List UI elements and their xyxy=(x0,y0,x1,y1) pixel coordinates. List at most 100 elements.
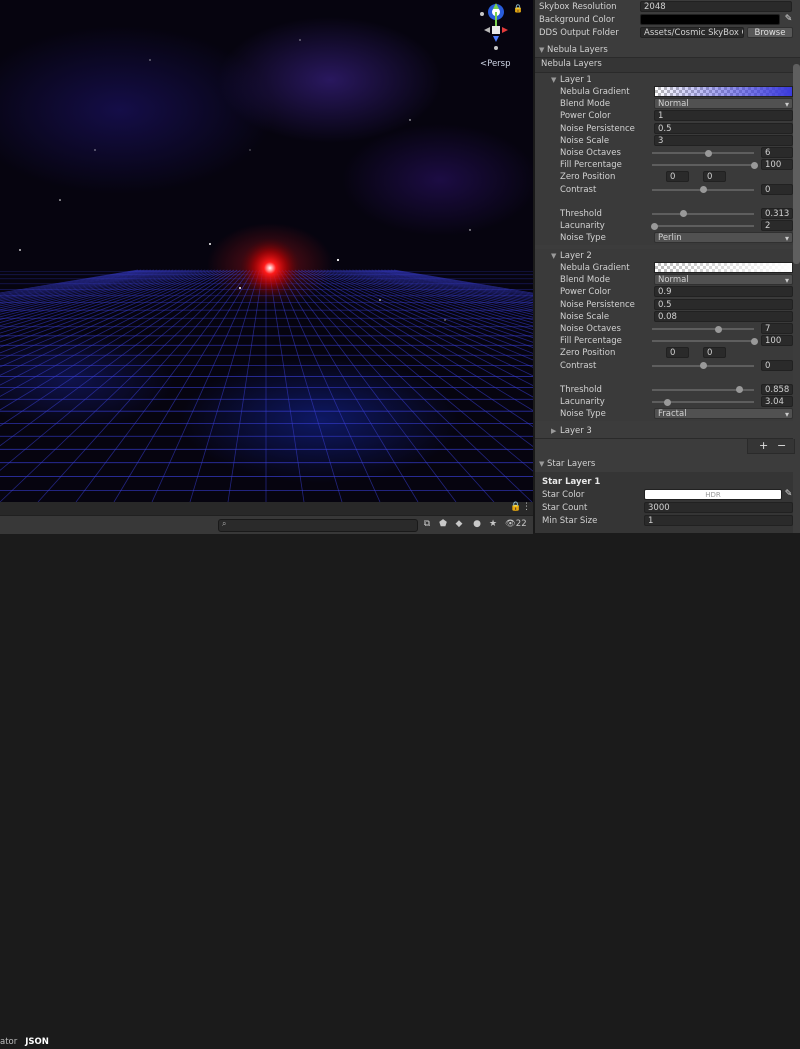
grid-line xyxy=(0,269,171,309)
noise-type-row: Noise Type Fractal xyxy=(535,408,800,420)
threshold-slider-handle[interactable] xyxy=(680,210,688,218)
noise-scale-label: Noise Scale xyxy=(560,135,610,146)
nebula-gradient-field[interactable] xyxy=(654,262,793,273)
eyedropper-icon[interactable]: ✎ xyxy=(783,14,794,25)
nebula-gradient-field[interactable] xyxy=(654,86,793,97)
tag-icon[interactable]: ◆ xyxy=(452,518,466,531)
tab-json[interactable]: JSON xyxy=(25,1036,49,1049)
lacunarity-slider-handle[interactable] xyxy=(663,398,671,406)
lacunarity-field[interactable]: 2 xyxy=(761,220,793,231)
threshold-slider-handle[interactable] xyxy=(736,386,744,394)
dds-output-folder-field[interactable]: Assets/Cosmic SkyBox Ge xyxy=(640,27,744,38)
remove-layer-button[interactable]: − xyxy=(777,439,786,452)
fill-percentage-slider-track[interactable] xyxy=(652,164,754,167)
min-star-size-field[interactable]: 1 xyxy=(644,515,793,526)
star-dot xyxy=(19,249,21,251)
grid-line xyxy=(0,269,183,318)
layer-3-title: Layer 3 xyxy=(560,426,592,436)
browse-button[interactable]: Browse xyxy=(747,27,793,38)
scene-canvas xyxy=(0,39,533,502)
search-input[interactable]: ⌕ xyxy=(218,519,418,532)
contrast-row: Contrast 0 xyxy=(535,359,800,372)
zero-position-y-field[interactable]: 0 xyxy=(703,171,726,183)
lock-small-icon[interactable]: 🔒 xyxy=(510,502,521,512)
threshold-field[interactable]: 0.858 xyxy=(761,383,793,395)
lock-icon[interactable]: 🔒 xyxy=(513,4,523,13)
noise-scale-field[interactable]: 0.08 xyxy=(654,310,793,322)
foldout-arrow-icon[interactable]: ▼ xyxy=(551,250,556,262)
fill-percentage-slider-handle[interactable] xyxy=(750,337,758,345)
noise-scale-label: Noise Scale xyxy=(560,311,610,322)
foldout-arrow-icon[interactable]: ▼ xyxy=(551,74,556,86)
star-dot xyxy=(239,287,241,289)
contrast-field[interactable]: 0 xyxy=(761,359,793,371)
fill-percentage-slider-handle[interactable] xyxy=(750,161,758,169)
threshold-slider-track[interactable] xyxy=(652,212,754,215)
star-color-field[interactable]: HDR xyxy=(644,489,782,500)
lacunarity-slider-track[interactable] xyxy=(652,225,754,227)
star-count-field[interactable]: 3000 xyxy=(644,502,793,513)
star-color-label: Star Color xyxy=(542,490,585,500)
noise-persistence-field[interactable]: 0.5 xyxy=(654,122,793,134)
background-color-field[interactable] xyxy=(640,14,780,25)
noise-type-row: Noise Type Perlin xyxy=(535,232,800,244)
zero-position-x-field[interactable]: 0 xyxy=(666,347,689,359)
layer-3-foldout[interactable]: ▶ Layer 3 xyxy=(535,425,800,438)
grid-line xyxy=(342,269,533,324)
zero-position-row: Zero Position 0 0 xyxy=(535,171,800,183)
scene-view[interactable]: 🔒 <Persp xyxy=(0,0,533,502)
grid-line xyxy=(310,269,533,377)
fill-percentage-slider-track[interactable] xyxy=(652,340,754,343)
contrast-slider-handle[interactable] xyxy=(699,186,707,194)
nebula-gradient-row: Nebula Gradient xyxy=(535,86,800,98)
zero-position-y-field[interactable]: 0 xyxy=(703,347,726,359)
blend-mode-dropdown[interactable]: Normal xyxy=(654,98,793,110)
fill-percentage-label: Fill Percentage xyxy=(560,160,622,171)
blend-mode-dropdown[interactable]: Normal xyxy=(654,274,793,286)
nebula-layers-foldout[interactable]: ▼ Nebula Layers xyxy=(535,44,800,57)
contrast-field[interactable]: 0 xyxy=(761,183,793,195)
skybox-resolution-field[interactable]: 2048 xyxy=(640,1,792,12)
noise-octaves-row: Noise Octaves 6 xyxy=(535,147,800,159)
fill-percentage-field[interactable]: 100 xyxy=(761,159,793,171)
tab-animator[interactable]: ator xyxy=(0,1036,17,1049)
grid-line xyxy=(113,269,254,502)
grid-line xyxy=(345,269,533,321)
more-options-icon[interactable]: ⋮ xyxy=(522,502,531,512)
add-layer-button[interactable]: + xyxy=(759,439,768,452)
visibility-count[interactable]: 👁22 xyxy=(505,518,527,531)
star-layers-foldout[interactable]: ▼ Star Layers xyxy=(535,458,800,471)
background-color-label: Background Color xyxy=(539,15,615,25)
noise-octaves-field[interactable]: 6 xyxy=(761,147,793,158)
noise-octaves-slider-handle[interactable] xyxy=(704,149,712,157)
inspector-scrollbar[interactable] xyxy=(793,64,800,264)
lacunarity-field[interactable]: 3.04 xyxy=(761,396,793,407)
power-color-field[interactable]: 1 xyxy=(654,110,793,122)
noise-octaves-slider-track[interactable] xyxy=(652,328,754,330)
noise-type-dropdown[interactable]: Fractal xyxy=(654,408,793,420)
filter-type-icon[interactable]: ⧉ xyxy=(420,518,434,531)
eye-icon: 👁 xyxy=(505,519,516,529)
star-dot xyxy=(469,229,471,231)
grid-line xyxy=(349,269,533,318)
favorite-star-icon[interactable]: ★ xyxy=(486,518,500,531)
lacunarity-row: Lacunarity 2 xyxy=(535,220,800,232)
noise-type-dropdown[interactable]: Perlin xyxy=(654,232,793,244)
lacunarity-slider-handle[interactable] xyxy=(650,222,658,230)
projection-toggle[interactable]: <Persp xyxy=(480,59,511,69)
power-color-field[interactable]: 0.9 xyxy=(654,286,793,298)
star-layer-title-row: Star Layer 1 xyxy=(535,476,800,488)
noise-scale-field[interactable]: 3 xyxy=(654,134,793,146)
threshold-field[interactable]: 0.313 xyxy=(761,207,793,219)
noise-octaves-field[interactable]: 7 xyxy=(761,323,793,334)
noise-octaves-slider-handle[interactable] xyxy=(714,325,722,333)
contrast-slider-handle[interactable] xyxy=(699,362,707,370)
eyedropper-icon[interactable]: ✎ xyxy=(783,489,794,500)
zero-position-x-field[interactable]: 0 xyxy=(666,171,689,183)
noise-octaves-slider-track[interactable] xyxy=(652,152,754,154)
noise-persistence-field[interactable]: 0.5 xyxy=(654,298,793,310)
noise-persistence-label: Noise Persistence xyxy=(560,299,635,310)
filter-label-icon[interactable]: ⬟ xyxy=(436,518,450,531)
fill-percentage-field[interactable]: 100 xyxy=(761,335,793,347)
warning-icon[interactable]: ● xyxy=(470,518,484,531)
